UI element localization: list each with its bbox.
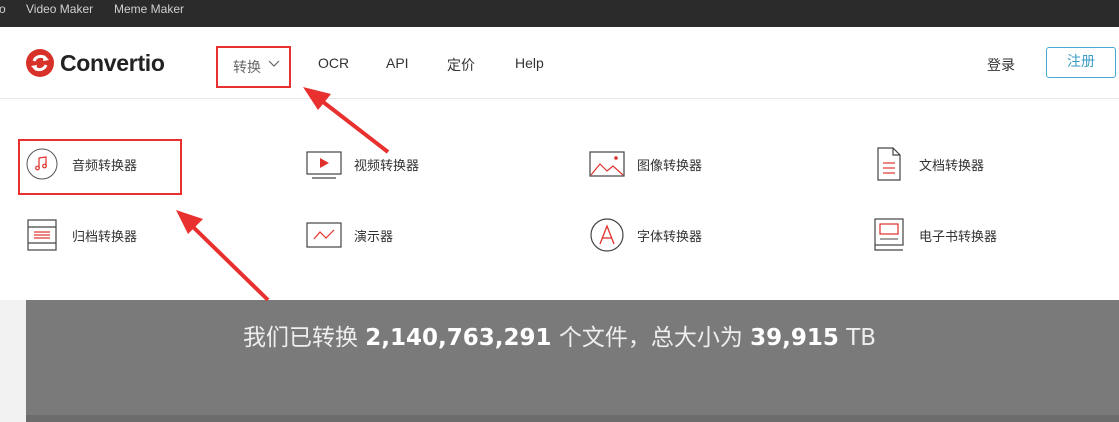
menu-item-document-converter[interactable]: 文档转换器 — [871, 144, 984, 184]
nav-help[interactable]: Help — [515, 55, 544, 71]
topbar-partial-link[interactable]: o — [0, 2, 6, 16]
nav-api[interactable]: API — [386, 55, 409, 71]
menu-item-ebook-converter[interactable]: 电子书转换器 — [871, 215, 997, 255]
image-icon — [589, 146, 625, 182]
topbar-link-meme-maker[interactable]: Meme Maker — [114, 2, 184, 16]
convert-dropdown-panel — [0, 99, 1119, 300]
nav-convert-dropdown[interactable]: 转换 — [216, 46, 291, 88]
menu-item-font-converter[interactable]: 字体转换器 — [589, 215, 702, 255]
menu-item-label: 归档转换器 — [72, 229, 138, 245]
stats-prefix: 我们已转换 — [242, 325, 358, 351]
presentation-icon — [306, 217, 342, 253]
logo-mark-icon — [26, 49, 54, 77]
stats-files-count: 2,140,763,291 — [365, 325, 552, 351]
document-icon — [871, 146, 907, 182]
banner-bottom-strip — [26, 415, 1119, 422]
menu-item-label: 视频转换器 — [354, 158, 420, 174]
nav-ocr[interactable]: OCR — [318, 55, 349, 71]
login-link[interactable]: 登录 — [987, 55, 1015, 75]
stats-middle: 个文件，总大小为 — [558, 325, 743, 351]
menu-item-label: 字体转换器 — [637, 229, 703, 245]
ebook-icon — [871, 217, 907, 253]
nav-pricing[interactable]: 定价 — [447, 55, 475, 75]
annotation-highlight-audio — [18, 139, 182, 195]
topbar-link-video-maker[interactable]: Video Maker — [26, 2, 93, 16]
signup-button[interactable]: 注册 — [1046, 47, 1116, 78]
stats-unit: TB — [846, 325, 877, 351]
menu-item-label: 图像转换器 — [637, 158, 703, 174]
menu-item-image-converter[interactable]: 图像转换器 — [589, 144, 702, 184]
menu-item-archive-converter[interactable]: 归档转换器 — [24, 215, 137, 255]
logo-text: Convertio — [60, 49, 165, 76]
menu-item-video-converter[interactable]: 视频转换器 — [306, 144, 419, 184]
menu-item-label: 文档转换器 — [919, 158, 985, 174]
menu-item-presentation-converter[interactable]: 演示器 — [306, 215, 393, 255]
menu-item-label: 电子书转换器 — [919, 229, 998, 245]
nav-convert-label: 转换 — [233, 60, 261, 76]
video-play-icon — [306, 146, 342, 182]
font-icon — [589, 217, 625, 253]
stats-text: 我们已转换 2,140,763,291 个文件，总大小为 39,915 TB — [0, 318, 1119, 352]
menu-item-label: 演示器 — [354, 229, 394, 245]
site-header: Convertio 转换 OCR API 定价 Help 登录 注册 — [0, 27, 1119, 99]
stats-total-size: 39,915 — [750, 325, 839, 351]
archive-icon — [24, 217, 60, 253]
chevron-down-icon — [268, 60, 280, 67]
top-bar: o Video Maker Meme Maker — [0, 0, 1119, 27]
logo[interactable]: Convertio — [26, 48, 165, 78]
